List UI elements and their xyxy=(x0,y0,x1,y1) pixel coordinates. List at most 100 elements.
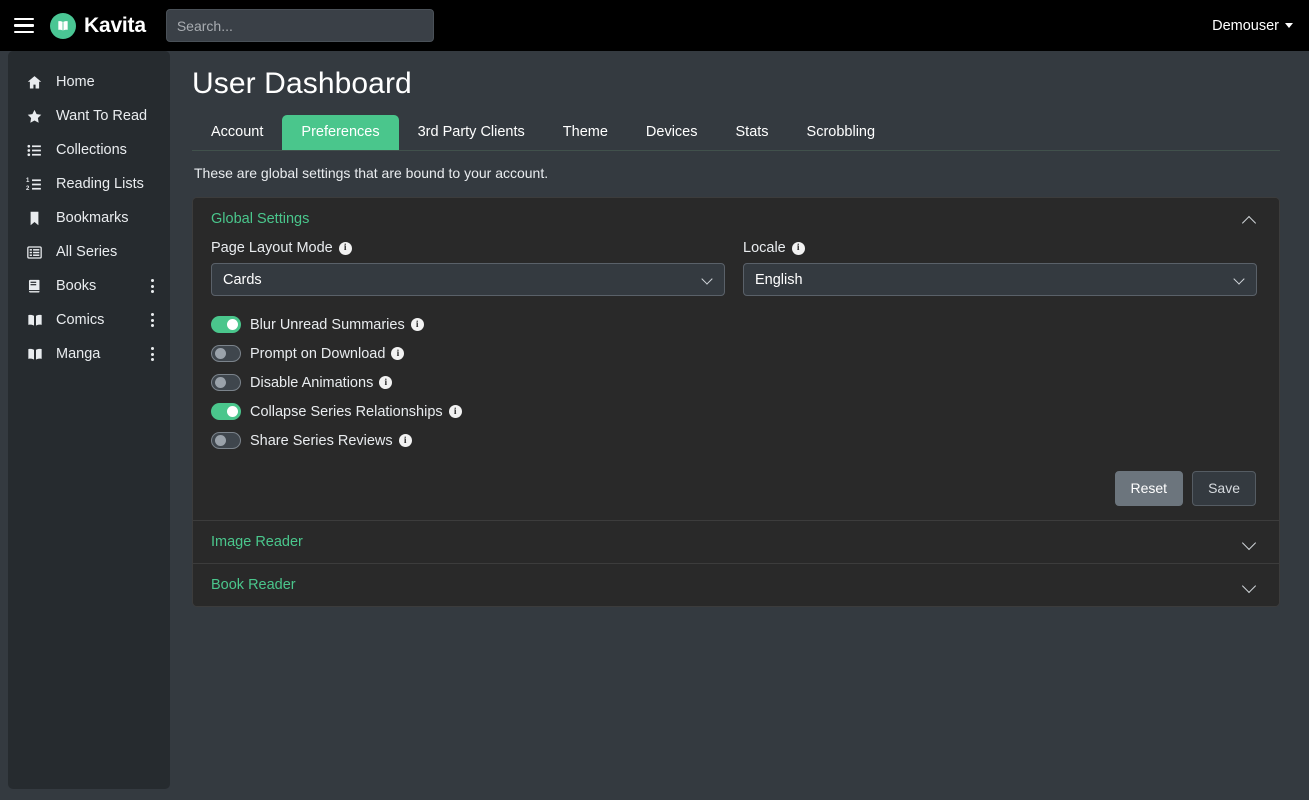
toggle-label: Share Series Reviews xyxy=(250,433,393,449)
open-book-icon xyxy=(26,310,48,330)
toggle-label: Disable Animations xyxy=(250,375,373,391)
sidebar-item-label: Bookmarks xyxy=(56,210,129,226)
toggle-row: Prompt on Downloadi xyxy=(211,339,1257,368)
sidebar-item-label: Want To Read xyxy=(56,108,147,124)
tab-theme[interactable]: Theme xyxy=(544,115,627,150)
accordion-title-global-settings: Global Settings xyxy=(211,211,309,227)
info-icon[interactable]: i xyxy=(339,242,352,255)
locale-value: English xyxy=(755,272,803,288)
user-menu-button[interactable]: Demouser xyxy=(1210,14,1295,38)
accordion-header-image-reader[interactable]: Image Reader xyxy=(193,521,1279,563)
accordion-section-global-settings: Global Settings Page Layout Mode i Cards xyxy=(193,198,1279,520)
preferences-accordion: Global Settings Page Layout Mode i Cards xyxy=(192,197,1280,607)
chevron-down-icon[interactable] xyxy=(1243,538,1257,547)
ordered-list-icon: 12 xyxy=(26,174,48,194)
sidebar-item-collections[interactable]: Collections xyxy=(8,133,170,167)
toggle-row: Disable Animations i xyxy=(211,368,1257,397)
save-button[interactable]: Save xyxy=(1192,471,1256,506)
page-title: User Dashboard xyxy=(192,67,1280,101)
accordion-header-book-reader[interactable]: Book Reader xyxy=(193,564,1279,606)
sidebar-item-label: All Series xyxy=(56,244,117,260)
sidebar-item-label: Comics xyxy=(56,312,104,328)
toggle-collapse-series-relationships[interactable] xyxy=(211,403,241,420)
book-icon xyxy=(26,276,48,296)
main-content: User Dashboard AccountPreferences3rd Par… xyxy=(170,51,1309,800)
accordion-section-book-reader: Book Reader xyxy=(193,563,1279,606)
vertical-ellipsis-icon[interactable] xyxy=(145,309,160,331)
toggle-row: Share Series Reviews i xyxy=(211,426,1257,455)
star-icon xyxy=(26,106,48,126)
chevron-up-icon[interactable] xyxy=(1243,215,1257,224)
sidebar-item-label: Books xyxy=(56,278,96,294)
locale-field: Locale i English xyxy=(743,240,1257,296)
toggle-row: Collapse Series Relationships i xyxy=(211,397,1257,426)
sidebar-item-home[interactable]: Home xyxy=(8,65,170,99)
brand-name: Kavita xyxy=(84,14,146,38)
home-icon xyxy=(26,72,48,92)
tab-devices[interactable]: Devices xyxy=(627,115,717,150)
info-icon[interactable]: i xyxy=(449,405,462,418)
sidebar-item-manga[interactable]: Manga xyxy=(8,337,170,371)
kavita-book-logo-icon xyxy=(50,13,76,39)
sidebar-item-books[interactable]: Books xyxy=(8,269,170,303)
sidebar-item-bookmarks[interactable]: Bookmarks xyxy=(8,201,170,235)
page-layout-mode-select[interactable]: Cards xyxy=(211,263,725,296)
toggle-share-series-reviews[interactable] xyxy=(211,432,241,449)
series-list-icon xyxy=(26,242,48,262)
tab-bar: AccountPreferences3rd Party ClientsTheme… xyxy=(192,115,1280,151)
accordion-body-global-settings: Page Layout Mode i Cards Locale i xyxy=(193,240,1279,520)
toggle-list: Blur Unread SummariesiPrompt on Download… xyxy=(211,310,1257,455)
sidebar-item-label: Reading Lists xyxy=(56,176,144,192)
chevron-down-icon xyxy=(1234,275,1245,283)
sidebar-item-comics[interactable]: Comics xyxy=(8,303,170,337)
search-input[interactable] xyxy=(166,9,434,42)
info-icon[interactable]: i xyxy=(792,242,805,255)
tab-3rd-party-clients[interactable]: 3rd Party Clients xyxy=(399,115,544,150)
sidebar-item-label: Collections xyxy=(56,142,127,158)
sidebar-item-label: Home xyxy=(56,74,95,90)
chevron-down-icon xyxy=(702,275,713,283)
reset-button[interactable]: Reset xyxy=(1115,471,1184,506)
hamburger-menu-icon[interactable] xyxy=(14,13,40,39)
caret-down-icon xyxy=(1285,23,1293,28)
toggle-disable-animations[interactable] xyxy=(211,374,241,391)
list-icon xyxy=(26,140,48,160)
toggle-label-group: Share Series Reviews i xyxy=(250,433,412,449)
accordion-header-global-settings[interactable]: Global Settings xyxy=(193,198,1279,240)
tab-stats[interactable]: Stats xyxy=(717,115,788,150)
tab-account[interactable]: Account xyxy=(192,115,282,150)
intro-text: These are global settings that are bound… xyxy=(194,165,1280,181)
vertical-ellipsis-icon[interactable] xyxy=(145,275,160,297)
page-layout-mode-field: Page Layout Mode i Cards xyxy=(211,240,725,296)
user-name-label: Demouser xyxy=(1212,18,1279,34)
info-icon[interactable]: i xyxy=(411,318,424,331)
svg-text:1: 1 xyxy=(26,178,30,184)
toggle-label-group: Blur Unread Summaries i xyxy=(250,317,424,333)
sidebar-item-label: Manga xyxy=(56,346,100,362)
accordion-title-image-reader: Image Reader xyxy=(211,534,303,550)
accordion-title-book-reader: Book Reader xyxy=(211,577,296,593)
tab-scrobbling[interactable]: Scrobbling xyxy=(788,115,895,150)
brand-home-link[interactable]: Kavita xyxy=(50,13,146,39)
info-icon[interactable]: i xyxy=(379,376,392,389)
sidebar-item-want-to-read[interactable]: Want To Read xyxy=(8,99,170,133)
settings-field-row: Page Layout Mode i Cards Locale i xyxy=(211,240,1257,296)
vertical-ellipsis-icon[interactable] xyxy=(145,343,160,365)
tab-preferences[interactable]: Preferences xyxy=(282,115,398,150)
topnav-right-group: Demouser xyxy=(1210,14,1295,38)
info-icon[interactable]: i xyxy=(391,347,404,360)
toggle-row: Blur Unread Summaries i xyxy=(211,310,1257,339)
locale-select[interactable]: English xyxy=(743,263,1257,296)
form-actions: Reset Save xyxy=(211,471,1257,506)
chevron-down-icon[interactable] xyxy=(1243,581,1257,590)
toggle-label: Blur Unread Summaries xyxy=(250,317,405,333)
page-layout-mode-value: Cards xyxy=(223,272,262,288)
toggle-label: Collapse Series Relationships xyxy=(250,404,443,420)
sidebar-item-all-series[interactable]: All Series xyxy=(8,235,170,269)
sidebar-item-reading-lists[interactable]: 12 Reading Lists xyxy=(8,167,170,201)
sidebar: Home Want To Read Collections 12 Reading Lis… xyxy=(8,51,170,789)
toggle-blur-unread-summaries[interactable] xyxy=(211,316,241,333)
toggle-prompt-on-download[interactable] xyxy=(211,345,241,362)
toggle-label-group: Disable Animations i xyxy=(250,375,392,391)
info-icon[interactable]: i xyxy=(399,434,412,447)
